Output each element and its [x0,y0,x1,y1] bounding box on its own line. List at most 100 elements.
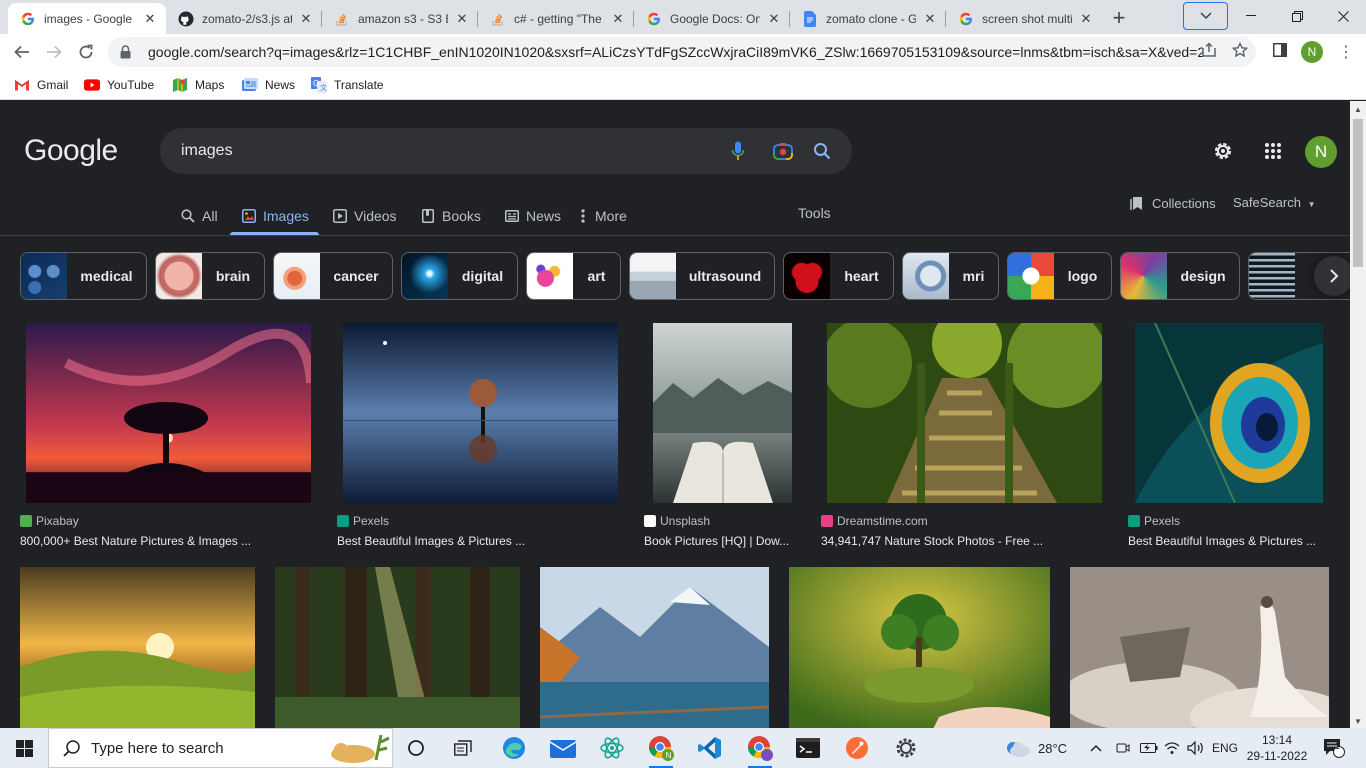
weather-widget[interactable]: 28°C [1005,728,1067,768]
forward-button[interactable] [40,38,68,66]
side-panel-icon[interactable] [1271,41,1289,59]
image-result[interactable]: Pexels Best Beautiful Images & Pictures … [1128,323,1338,551]
image-result[interactable] [20,567,256,728]
tab-more[interactable]: More [579,204,627,228]
tab-amazon-s3[interactable]: amazon s3 - S3 B ✕ [322,3,478,34]
result-title[interactable]: Book Pictures [HQ] | Dow... [644,534,789,548]
close-icon[interactable]: ✕ [610,11,626,27]
new-tab-button[interactable]: + [1106,5,1132,31]
tab-images[interactable]: Images [241,204,309,228]
vscode-button[interactable] [690,732,730,764]
chrome-profile-button[interactable]: N [641,732,681,768]
start-button[interactable] [0,728,48,768]
result-source[interactable]: Pexels [1128,514,1180,528]
result-title[interactable]: Best Beautiful Images & Pictures ... [337,534,525,548]
result-thumbnail[interactable] [827,323,1102,503]
image-result[interactable] [540,567,770,728]
tab-google-docs[interactable]: Google Docs: On ✕ [634,3,790,34]
search-input[interactable]: images [181,142,233,160]
result-thumbnail[interactable] [789,567,1050,728]
tab-zomato-github[interactable]: zomato-2/s3.js at ✕ [166,3,322,34]
camera-lens-icon[interactable] [772,140,794,162]
battery-icon[interactable] [1140,728,1158,768]
notification-center-button[interactable]: 1 [1323,728,1345,768]
clock[interactable]: 13:14 29-11-2022 [1246,732,1308,764]
tab-all[interactable]: All [180,204,218,228]
mail-button[interactable] [543,732,583,764]
bookmark-translate[interactable]: G文 Translate [311,76,384,94]
image-result[interactable]: Dreamstime.com 34,941,747 Nature Stock P… [821,323,1111,551]
chip-ultrasound[interactable]: ultrasound [629,252,775,300]
taskbar-search[interactable]: Type here to search [48,728,393,768]
chip-medical[interactable]: medical [20,252,147,300]
bookmark-youtube[interactable]: YouTube [84,76,154,94]
back-button[interactable] [8,38,36,66]
postman-button[interactable] [837,732,877,764]
address-bar[interactable]: google.com/search?q=images&rlz=1C1CHBF_e… [108,37,1256,67]
scroll-down-icon[interactable]: ▼ [1354,717,1362,726]
account-avatar[interactable]: N [1305,136,1337,168]
result-thumbnail[interactable] [20,567,255,728]
tab-images-google[interactable]: images - Google ✕ [8,3,166,34]
result-thumbnail[interactable] [1135,323,1323,503]
result-thumbnail[interactable] [343,323,618,503]
result-title[interactable]: 34,941,747 Nature Stock Photos - Free ..… [821,534,1043,548]
settings-app-button[interactable] [886,732,926,764]
result-title[interactable]: 800,000+ Best Nature Pictures & Images .… [20,534,251,548]
page-scrollbar[interactable]: ▲ ▼ [1350,101,1366,728]
tab-screenshot[interactable]: screen shot multi ✕ [946,3,1102,34]
result-source[interactable]: Pixabay [20,514,79,528]
menu-kebab-icon[interactable]: ⋮ [1336,42,1356,62]
share-icon[interactable] [1200,41,1218,59]
restore-button[interactable] [1274,0,1320,32]
collections-button[interactable]: Collections [1130,195,1216,211]
volume-icon[interactable] [1187,728,1205,768]
result-thumbnail[interactable] [1070,567,1329,728]
result-title[interactable]: Best Beautiful Images & Pictures ... [1128,534,1316,548]
bookmark-news[interactable]: News [242,76,295,94]
result-source[interactable]: Dreamstime.com [821,514,928,528]
chip-heart[interactable]: heart [783,252,894,300]
wifi-icon[interactable] [1164,728,1180,768]
chip-logo[interactable]: logo [1007,252,1112,300]
close-icon[interactable]: ✕ [142,11,158,27]
chip-mri[interactable]: mri [902,252,999,300]
widgets-button[interactable] [443,732,483,764]
task-view-button[interactable] [396,732,436,764]
tab-news[interactable]: News [504,204,561,228]
settings-gear-icon[interactable] [1210,138,1236,164]
apps-grid-icon[interactable] [1260,138,1286,164]
result-thumbnail[interactable] [540,567,769,728]
chrome-second-profile-button[interactable] [740,732,780,768]
chip-design[interactable]: design [1120,252,1240,300]
tab-search-button[interactable] [1183,2,1228,30]
tab-csharp-getting[interactable]: c# - getting "The ✕ [478,3,634,34]
close-window-button[interactable] [1320,0,1366,32]
bookmark-gmail[interactable]: Gmail [14,76,68,94]
minimize-button[interactable] [1228,0,1274,32]
image-result[interactable] [1070,567,1330,728]
tab-books[interactable]: Books [420,204,481,228]
chip-brain[interactable]: brain [155,252,265,300]
result-source[interactable]: Pexels [337,514,389,528]
chip-digital[interactable]: digital [401,252,518,300]
profile-avatar[interactable]: N [1301,41,1323,63]
result-thumbnail[interactable] [275,567,520,728]
search-icon[interactable] [811,140,833,162]
close-icon[interactable]: ✕ [766,11,782,27]
react-devtools-button[interactable] [592,732,632,764]
search-box[interactable]: images [160,128,852,174]
image-result[interactable] [275,567,521,728]
close-icon[interactable]: ✕ [922,11,938,27]
chip-cancer[interactable]: cancer [273,252,393,300]
image-result[interactable]: Unsplash Book Pictures [HQ] | Dow... [644,323,804,551]
bookmark-maps[interactable]: Maps [172,76,224,94]
scrollbar-thumb[interactable] [1353,119,1363,267]
meet-icon[interactable] [1116,728,1130,768]
close-icon[interactable]: ✕ [298,11,314,27]
edge-button[interactable] [494,732,534,764]
image-result[interactable] [789,567,1051,728]
safesearch-dropdown[interactable]: SafeSearch ▼ [1233,195,1315,210]
chip-art[interactable]: art [526,252,621,300]
bookmark-star-icon[interactable] [1231,41,1249,59]
